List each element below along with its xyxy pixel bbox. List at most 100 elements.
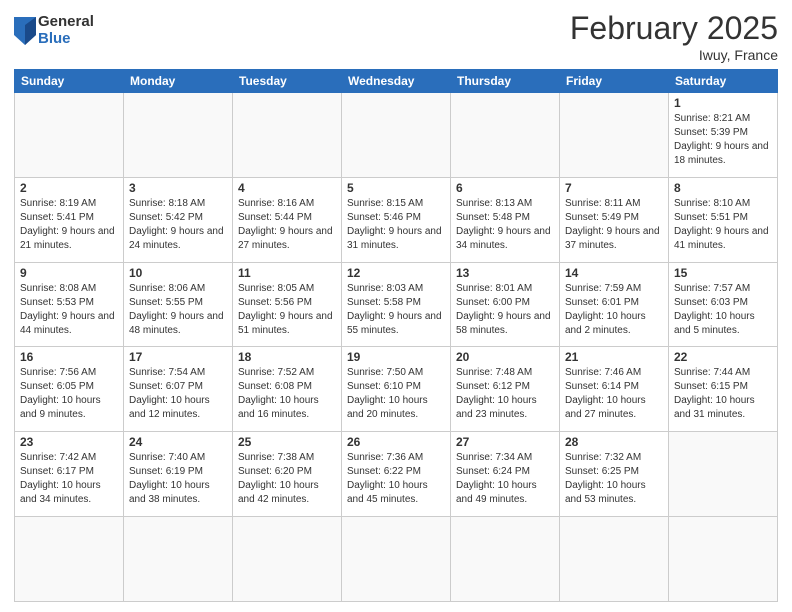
day-info: Sunrise: 8:06 AM Sunset: 5:55 PM Dayligh… (129, 282, 227, 338)
table-row (233, 517, 342, 602)
col-wednesday: Wednesday (342, 70, 451, 93)
day-number: 10 (129, 266, 227, 280)
day-info: Sunrise: 7:59 AM Sunset: 6:01 PM Dayligh… (565, 282, 663, 338)
day-info: Sunrise: 8:05 AM Sunset: 5:56 PM Dayligh… (238, 282, 336, 338)
table-row: 28 Sunrise: 7:32 AM Sunset: 6:25 PM Dayli… (560, 432, 669, 517)
day-number: 19 (347, 350, 445, 364)
day-info: Sunrise: 8:15 AM Sunset: 5:46 PM Dayligh… (347, 197, 445, 253)
day-number: 15 (674, 266, 772, 280)
day-number: 11 (238, 266, 336, 280)
table-row (560, 517, 669, 602)
table-row (15, 93, 124, 178)
day-info: Sunrise: 7:52 AM Sunset: 6:08 PM Dayligh… (238, 366, 336, 422)
table-row: 27Sunrise: 7:34 AM Sunset: 6:24 PM Dayli… (451, 432, 560, 517)
col-thursday: Thursday (451, 70, 560, 93)
table-row: 12Sunrise: 8:03 AM Sunset: 5:58 PM Dayli… (342, 262, 451, 347)
day-number: 27 (456, 435, 554, 449)
table-row: 18 Sunrise: 7:52 AM Sunset: 6:08 PM Dayli… (233, 347, 342, 432)
day-number: 8 (674, 181, 772, 195)
weekday-row: Sunday Monday Tuesday Wednesday Thursday… (15, 70, 778, 93)
col-saturday: Saturday (669, 70, 778, 93)
day-number: 2 (20, 181, 118, 195)
table-row: 21Sunrise: 7:46 AM Sunset: 6:14 PM Dayli… (560, 347, 669, 432)
logo-general: General (38, 14, 94, 31)
table-row: 5 Sunrise: 8:15 AM Sunset: 5:46 PM Daylig… (342, 177, 451, 262)
day-info: Sunrise: 8:16 AM Sunset: 5:44 PM Dayligh… (238, 197, 336, 253)
location: Iwuy, France (570, 47, 778, 63)
day-number: 3 (129, 181, 227, 195)
table-row: 19Sunrise: 7:50 AM Sunset: 6:10 PM Dayli… (342, 347, 451, 432)
day-number: 18 (238, 350, 336, 364)
day-info: Sunrise: 7:56 AM Sunset: 6:05 PM Dayligh… (20, 366, 118, 422)
day-number: 17 (129, 350, 227, 364)
calendar-row (15, 517, 778, 602)
table-row: 1Sunrise: 8:21 AM Sunset: 5:39 PM Daylig… (669, 93, 778, 178)
day-info: Sunrise: 8:21 AM Sunset: 5:39 PM Dayligh… (674, 112, 772, 168)
table-row (342, 93, 451, 178)
day-number: 20 (456, 350, 554, 364)
logo-icon (14, 17, 36, 45)
day-number: 14 (565, 266, 663, 280)
day-number: 26 (347, 435, 445, 449)
day-info: Sunrise: 8:13 AM Sunset: 5:48 PM Dayligh… (456, 197, 554, 253)
day-info: Sunrise: 7:48 AM Sunset: 6:12 PM Dayligh… (456, 366, 554, 422)
table-row: 23 Sunrise: 7:42 AM Sunset: 6:17 PM Dayli… (15, 432, 124, 517)
day-info: Sunrise: 8:08 AM Sunset: 5:53 PM Dayligh… (20, 282, 118, 338)
day-number: 5 (347, 181, 445, 195)
table-row (560, 93, 669, 178)
day-info: Sunrise: 7:36 AM Sunset: 6:22 PM Dayligh… (347, 451, 445, 507)
table-row: 2 Sunrise: 8:19 AM Sunset: 5:41 PM Daylig… (15, 177, 124, 262)
day-number: 28 (565, 435, 663, 449)
day-number: 6 (456, 181, 554, 195)
day-number: 22 (674, 350, 772, 364)
table-row: 14 Sunrise: 7:59 AM Sunset: 6:01 PM Dayli… (560, 262, 669, 347)
day-info: Sunrise: 8:19 AM Sunset: 5:41 PM Dayligh… (20, 197, 118, 253)
day-info: Sunrise: 8:11 AM Sunset: 5:49 PM Dayligh… (565, 197, 663, 253)
table-row (233, 93, 342, 178)
calendar-row: 23 Sunrise: 7:42 AM Sunset: 6:17 PM Dayli… (15, 432, 778, 517)
calendar-row: 2 Sunrise: 8:19 AM Sunset: 5:41 PM Daylig… (15, 177, 778, 262)
header: General Blue February 2025 Iwuy, France (14, 10, 778, 63)
logo: General Blue (14, 14, 94, 47)
day-info: Sunrise: 8:01 AM Sunset: 6:00 PM Dayligh… (456, 282, 554, 338)
table-row: 11 Sunrise: 8:05 AM Sunset: 5:56 PM Dayli… (233, 262, 342, 347)
day-number: 25 (238, 435, 336, 449)
table-row: 9 Sunrise: 8:08 AM Sunset: 5:53 PM Daylig… (15, 262, 124, 347)
day-info: Sunrise: 7:42 AM Sunset: 6:17 PM Dayligh… (20, 451, 118, 507)
day-info: Sunrise: 7:32 AM Sunset: 6:25 PM Dayligh… (565, 451, 663, 507)
day-info: Sunrise: 7:44 AM Sunset: 6:15 PM Dayligh… (674, 366, 772, 422)
table-row: 8Sunrise: 8:10 AM Sunset: 5:51 PM Daylig… (669, 177, 778, 262)
day-number: 9 (20, 266, 118, 280)
day-number: 16 (20, 350, 118, 364)
logo-text: General Blue (38, 14, 94, 47)
day-info: Sunrise: 8:18 AM Sunset: 5:42 PM Dayligh… (129, 197, 227, 253)
table-row (451, 517, 560, 602)
table-row: 24Sunrise: 7:40 AM Sunset: 6:19 PM Dayli… (124, 432, 233, 517)
day-number: 13 (456, 266, 554, 280)
logo-blue: Blue (38, 31, 94, 48)
table-row: 7Sunrise: 8:11 AM Sunset: 5:49 PM Daylig… (560, 177, 669, 262)
day-info: Sunrise: 7:38 AM Sunset: 6:20 PM Dayligh… (238, 451, 336, 507)
day-number: 24 (129, 435, 227, 449)
table-row: 26 Sunrise: 7:36 AM Sunset: 6:22 PM Dayli… (342, 432, 451, 517)
day-number: 12 (347, 266, 445, 280)
day-info: Sunrise: 7:46 AM Sunset: 6:14 PM Dayligh… (565, 366, 663, 422)
table-row (451, 93, 560, 178)
table-row: 22 Sunrise: 7:44 AM Sunset: 6:15 PM Dayli… (669, 347, 778, 432)
day-info: Sunrise: 7:57 AM Sunset: 6:03 PM Dayligh… (674, 282, 772, 338)
day-number: 23 (20, 435, 118, 449)
calendar-row: 16 Sunrise: 7:56 AM Sunset: 6:05 PM Dayli… (15, 347, 778, 432)
table-row (124, 93, 233, 178)
table-row (342, 517, 451, 602)
calendar: Sunday Monday Tuesday Wednesday Thursday… (14, 69, 778, 602)
table-row (669, 432, 778, 517)
col-sunday: Sunday (15, 70, 124, 93)
table-row: 17Sunrise: 7:54 AM Sunset: 6:07 PM Dayli… (124, 347, 233, 432)
table-row: 13 Sunrise: 8:01 AM Sunset: 6:00 PM Dayli… (451, 262, 560, 347)
day-number: 4 (238, 181, 336, 195)
table-row: 20 Sunrise: 7:48 AM Sunset: 6:12 PM Dayli… (451, 347, 560, 432)
month-title: February 2025 (570, 10, 778, 47)
table-row: 15 Sunrise: 7:57 AM Sunset: 6:03 PM Dayli… (669, 262, 778, 347)
calendar-row: 1Sunrise: 8:21 AM Sunset: 5:39 PM Daylig… (15, 93, 778, 178)
table-row (15, 517, 124, 602)
